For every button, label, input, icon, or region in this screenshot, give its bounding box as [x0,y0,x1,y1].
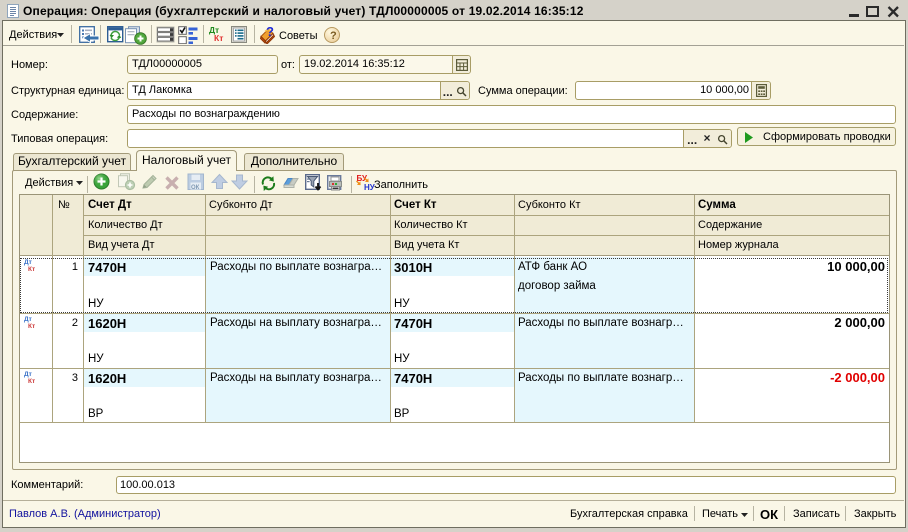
svg-text:ОК: ОК [191,185,200,191]
